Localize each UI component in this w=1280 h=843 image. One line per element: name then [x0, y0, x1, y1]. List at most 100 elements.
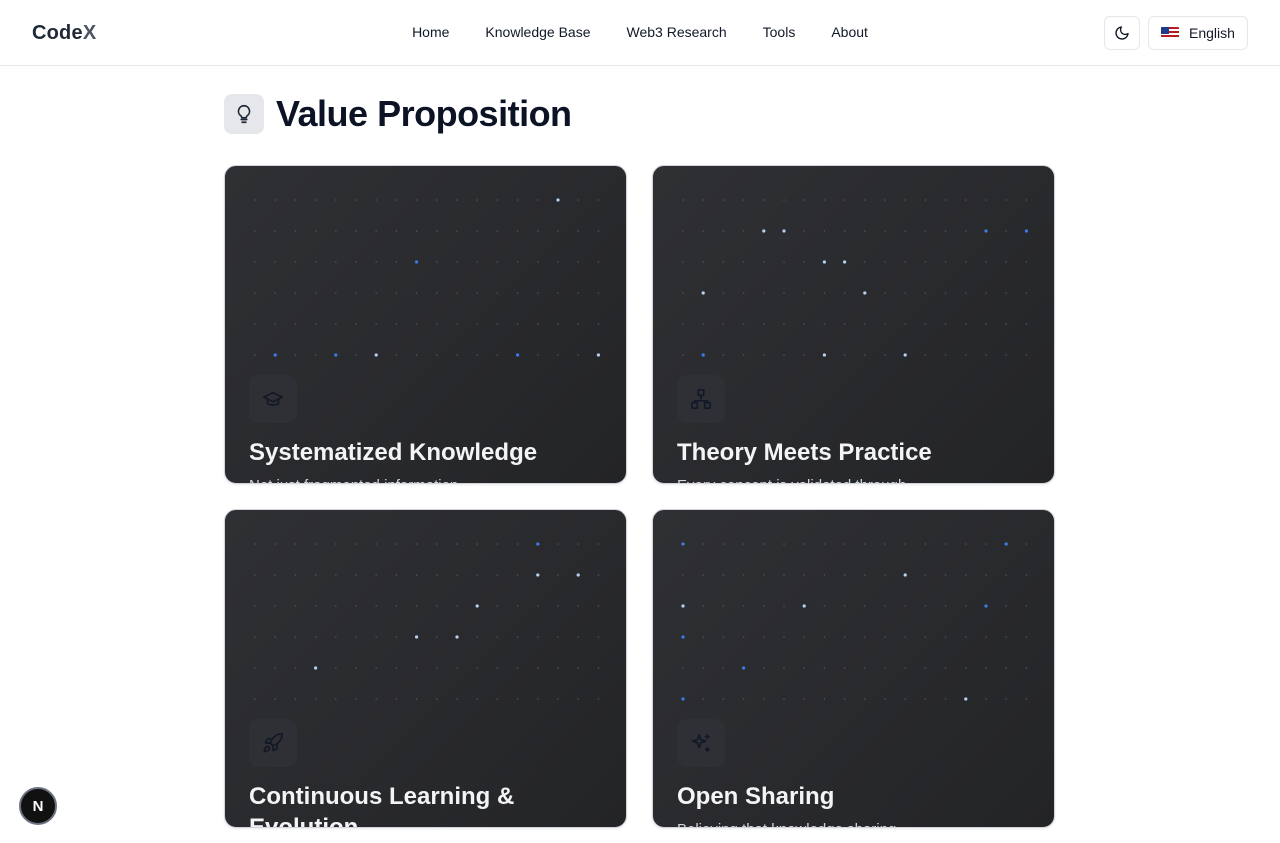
grid-dot [924, 292, 927, 294]
grid-dot [254, 292, 256, 294]
grid-dot [476, 667, 478, 669]
grid-dot [763, 261, 765, 263]
grid-dot [823, 667, 826, 669]
grid-dot [843, 230, 846, 232]
grid-dot [516, 698, 519, 700]
grid-dot [294, 574, 297, 576]
grid-dot [395, 230, 398, 232]
grid-dot [314, 698, 317, 700]
grid-dot [557, 574, 559, 576]
grid-dot [436, 323, 438, 325]
grid-dot [294, 323, 297, 325]
grid-dot [701, 291, 705, 295]
grid-dot [864, 261, 866, 263]
grid-dot [415, 543, 418, 545]
grid-dot [702, 323, 704, 325]
grid-dot [884, 605, 886, 607]
grid-dot [964, 697, 968, 701]
value-card-theory-meets-practice[interactable]: Theory Meets Practice Every concept is v… [652, 165, 1055, 484]
grid-dot [254, 698, 256, 700]
grid-dot [597, 230, 600, 232]
grid-dot [537, 605, 539, 607]
grid-dot [904, 543, 906, 545]
grid-dot [904, 230, 906, 232]
grid-dot [1025, 636, 1028, 638]
grid-dot [475, 604, 479, 608]
grid-dot [783, 354, 785, 356]
grid-dot [496, 261, 499, 263]
grid-dot [742, 323, 745, 325]
nav-tools[interactable]: Tools [763, 24, 796, 40]
grid-dot [823, 605, 826, 607]
nav-knowledge-base[interactable]: Knowledge Base [485, 24, 590, 40]
grid-dot [436, 698, 438, 700]
grid-dot [314, 666, 318, 670]
grid-dot [1004, 542, 1008, 546]
value-card-open-sharing[interactable]: Open Sharing Believing that knowledge sh… [652, 509, 1055, 828]
grid-dot [557, 636, 559, 638]
grid-dot [924, 574, 927, 576]
grid-dot [496, 230, 499, 232]
grid-dot [864, 605, 866, 607]
grid-dot [314, 199, 317, 201]
grid-dot [597, 543, 600, 545]
grid-dot [985, 698, 987, 700]
grid-dot [864, 667, 866, 669]
grid-dot [843, 199, 846, 201]
value-card-systematized-knowledge[interactable]: Systematized Knowledge Not just fragment… [224, 165, 627, 484]
grid-dot [904, 323, 906, 325]
grid-dot [884, 230, 886, 232]
grid-dot [1025, 698, 1028, 700]
grid-dot [516, 292, 519, 294]
grid-dot [722, 354, 725, 356]
value-card-continuous-learning[interactable]: Continuous Learning & Evolution [224, 509, 627, 828]
grid-dot [722, 636, 725, 638]
grid-dot [456, 199, 458, 201]
grid-dot [436, 543, 438, 545]
grid-dot [294, 698, 297, 700]
grid-dot [597, 667, 600, 669]
grid-dot [456, 667, 458, 669]
grid-dot [294, 199, 297, 201]
grid-dot [944, 354, 947, 356]
grid-dot [763, 605, 765, 607]
grid-dot [1024, 229, 1028, 233]
grid-dot [682, 323, 684, 325]
grid-dot [557, 543, 559, 545]
grid-dot [254, 667, 256, 669]
grid-dot [415, 574, 418, 576]
grid-dot [742, 543, 745, 545]
grid-dot [944, 574, 947, 576]
grid-dot [314, 323, 317, 325]
grid-dot [415, 605, 418, 607]
grid-dot [763, 323, 765, 325]
grid-dot [843, 698, 846, 700]
grid-dot [864, 574, 866, 576]
grid-dot [557, 230, 559, 232]
grid-dot [681, 604, 685, 608]
grid-dot [557, 261, 559, 263]
grid-dot [884, 261, 886, 263]
grid-dot [803, 292, 805, 294]
grid-dot [476, 261, 478, 263]
theme-toggle-button[interactable] [1104, 16, 1140, 50]
nav-about[interactable]: About [831, 24, 868, 40]
grid-dot [456, 323, 458, 325]
grid-dot [702, 636, 704, 638]
grid-dot [375, 261, 377, 263]
grid-dot [783, 574, 785, 576]
grid-dot [415, 260, 419, 264]
grid-dot [803, 261, 805, 263]
next-devtools-badge[interactable]: N [19, 787, 57, 825]
language-select[interactable]: English [1148, 16, 1248, 50]
grid-dot [355, 199, 357, 201]
grid-dot [702, 261, 704, 263]
grid-dot [375, 230, 377, 232]
grid-dot [537, 230, 539, 232]
grid-dot [843, 574, 846, 576]
nav-home[interactable]: Home [412, 24, 449, 40]
grid-dot [783, 605, 785, 607]
grid-dot [843, 667, 846, 669]
nav-web3-research[interactable]: Web3 Research [627, 24, 727, 40]
grid-dot [985, 354, 987, 356]
